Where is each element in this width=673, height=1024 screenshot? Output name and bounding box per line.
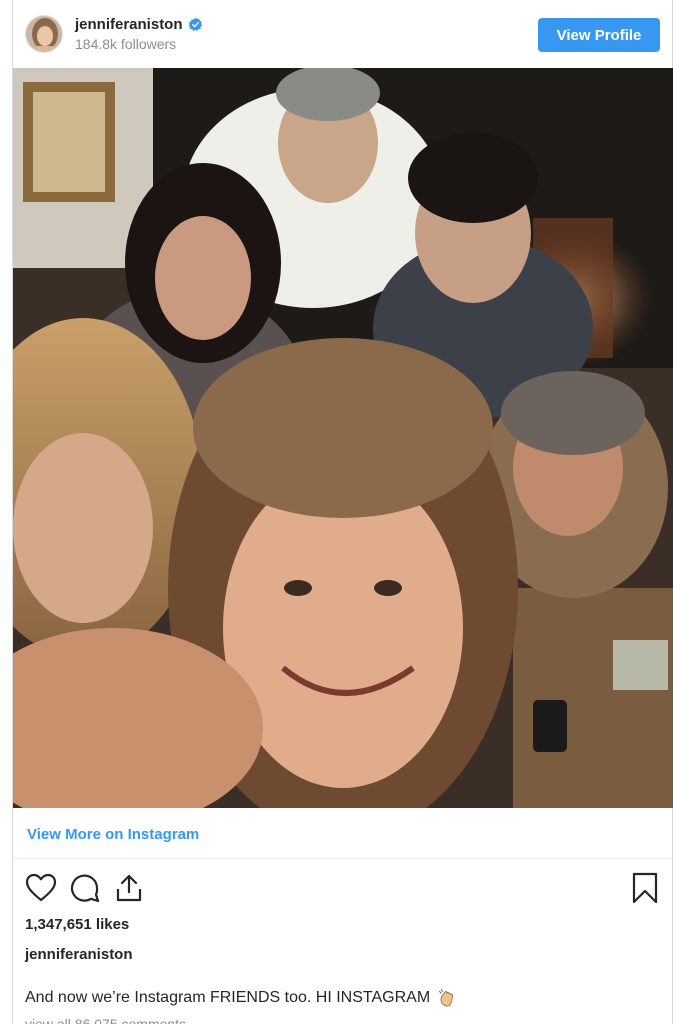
divider: [13, 858, 672, 859]
avatar[interactable]: [25, 15, 63, 53]
verified-badge-icon: [188, 17, 202, 31]
post-header: jenniferaniston 184.8k followers View Pr…: [13, 0, 672, 68]
view-profile-button[interactable]: View Profile: [538, 18, 660, 52]
caption-author[interactable]: jenniferaniston: [25, 946, 133, 963]
post-photo[interactable]: [13, 68, 673, 808]
followers-count: 184.8k followers: [75, 36, 177, 52]
likes-count[interactable]: 1,347,651 likes: [25, 916, 129, 933]
account-info: jenniferaniston 184.8k followers: [75, 16, 203, 52]
username[interactable]: jenniferaniston: [75, 16, 183, 33]
username-row: jenniferaniston: [75, 16, 203, 33]
caption: And now we’re Instagram FRIENDS too. HI …: [25, 988, 458, 1008]
view-comments-link[interactable]: view all 86,075 comments: [25, 1016, 186, 1024]
instagram-embed: jenniferaniston 184.8k followers View Pr…: [12, 0, 673, 1024]
heart-icon[interactable]: [25, 872, 57, 904]
share-icon[interactable]: [113, 872, 145, 904]
bookmark-icon[interactable]: [630, 872, 660, 904]
view-more-link[interactable]: View More on Instagram: [27, 826, 199, 843]
caption-text: And now we’re Instagram FRIENDS too. HI …: [25, 989, 431, 1006]
comment-icon[interactable]: [69, 872, 101, 904]
action-bar: [25, 872, 157, 904]
waving-hand-icon: [439, 989, 454, 1007]
